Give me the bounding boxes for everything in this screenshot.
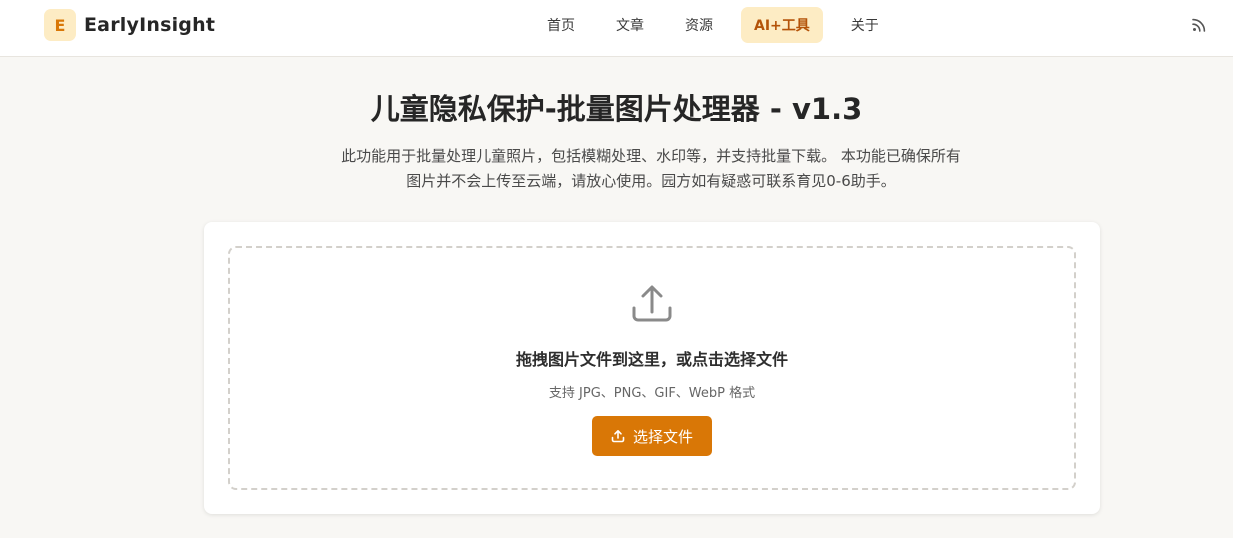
page-description-line-1: 此功能用于批量处理儿童照片，包括模糊处理、水印等，并支持批量下载。 本功能已确保… [341,147,961,165]
main-nav: 首页 文章 资源 AI+工具 关于 [534,7,907,43]
nav-item-ai-tools[interactable]: AI+工具 [741,7,823,43]
page-description-line-2: 图片并不会上传至云端，请放心使用。园方如有疑惑可联系育见0-6助手。 [406,172,896,190]
nav-item-home[interactable]: 首页 [534,7,588,43]
dropzone-format-hint: 支持 JPG、PNG、GIF、WebP 格式 [548,386,756,401]
nav-item-resources[interactable]: 资源 [672,7,726,43]
brand-logo-link[interactable]: E EarlyInsight [44,9,215,41]
choose-file-button[interactable]: 选择文件 [592,416,712,456]
brand-name: EarlyInsight [84,14,216,36]
top-navbar: E EarlyInsight 首页 文章 资源 AI+工具 关于 [0,0,1233,57]
brand-badge: E [44,9,76,41]
upload-icon [632,285,672,322]
choose-file-button-label: 选择文件 [632,427,693,446]
nav-item-articles[interactable]: 文章 [603,7,657,43]
upload-card: 拖拽图片文件到这里，或点击选择文件 支持 JPG、PNG、GIF、WebP 格式… [204,222,1100,514]
file-dropzone[interactable]: 拖拽图片文件到这里，或点击选择文件 支持 JPG、PNG、GIF、WebP 格式… [228,246,1076,490]
page-description: 此功能用于批量处理儿童照片，包括模糊处理、水印等，并支持批量下载。 本功能已确保… [316,144,986,194]
rss-icon[interactable] [1191,17,1207,33]
upload-small-icon [611,430,625,443]
page-title: 儿童隐私保护-批量图片处理器 - v1.3 [370,92,863,126]
dropzone-title: 拖拽图片文件到这里，或点击选择文件 [515,350,788,369]
nav-item-about[interactable]: 关于 [838,7,892,43]
